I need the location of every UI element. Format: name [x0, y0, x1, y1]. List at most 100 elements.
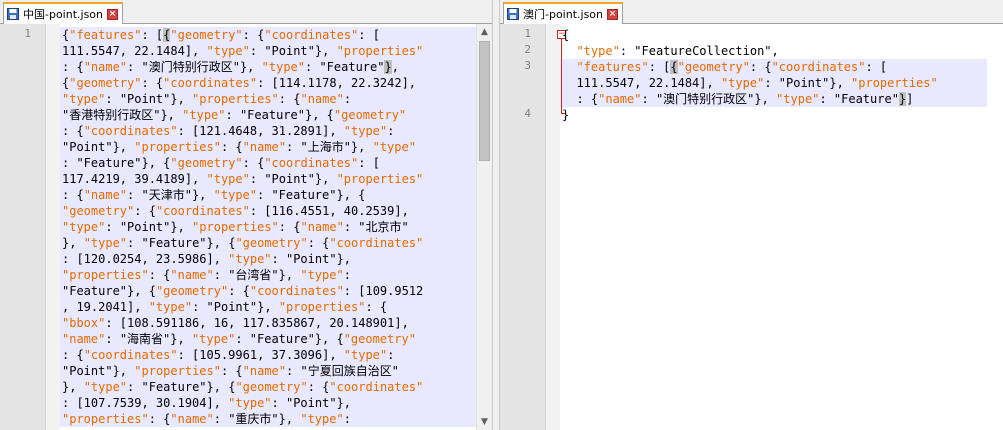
code-token: :: [235, 332, 250, 346]
code-token: :: [343, 412, 351, 426]
code-token: "type": [372, 140, 416, 154]
code-token: },: [191, 188, 214, 202]
code-token: :: [249, 172, 265, 186]
code-line: "properties": {"name": "重庆市"}, "type":: [62, 411, 476, 427]
code-token: "Feature": [141, 236, 207, 250]
code-token: :: [62, 156, 77, 170]
code-line: {"geometry": {"coordinates": [114.1178, …: [62, 75, 476, 91]
code-line: "香港特别行政区"}, "type": "Feature"}, {"geomet…: [62, 107, 476, 123]
code-line: : {"name": "澳门特别行政区"}, "type": "Feature"…: [562, 91, 1003, 107]
scroll-thumb[interactable]: [479, 41, 490, 161]
code-token: : {: [220, 364, 243, 378]
code-text[interactable]: { "type": "FeatureCollection", "features…: [562, 27, 1003, 123]
code-token: "geometry": [343, 332, 416, 346]
code-token: }, {: [304, 108, 334, 122]
code-token: "properties": [62, 268, 149, 282]
code-token: : {: [62, 188, 84, 202]
code-token: :: [619, 44, 635, 58]
code-token: },: [829, 76, 852, 90]
code-token: "type": [776, 92, 820, 106]
code-token: :: [213, 412, 229, 426]
code-token: "上海市": [300, 140, 351, 154]
code-line: 111.5547, 22.1484], "type": "Point"}, "p…: [62, 43, 476, 59]
code-token: },: [314, 44, 337, 58]
code-text[interactable]: {"features": [{"geometry": {"coordinates…: [62, 27, 476, 427]
line-number: 1: [24, 27, 31, 40]
close-icon[interactable]: ×: [607, 8, 619, 20]
right-editor[interactable]: 1 2 3 4 − { "type": "FeatureCollection",…: [500, 24, 1003, 430]
code-token: "type": [206, 44, 250, 58]
code-line: : [107.7539, 30.1904], "type": "Point"},: [62, 395, 476, 411]
code-token: :: [305, 60, 320, 74]
pane-splitter[interactable]: [492, 0, 500, 430]
code-line: : {"coordinates": [121.4648, 31.2891], "…: [62, 123, 476, 139]
code-token: : {: [242, 28, 265, 42]
code-token: 111.5547, 22.1484],: [562, 76, 721, 90]
code-token: "澳门特别行政区": [655, 92, 755, 106]
code-token: }, {: [127, 284, 156, 298]
code-token: :: [257, 188, 272, 202]
code-token: "type": [261, 60, 305, 74]
tab-china-point[interactable]: 中国-point.json ×: [3, 2, 124, 24]
code-line: : {"name": "澳门特别行政区"}, "type": "Feature"…: [62, 59, 476, 75]
code-token: "Point": [62, 364, 113, 378]
code-token: "type": [148, 300, 193, 314]
code-token: "Point": [119, 92, 171, 106]
code-token: "coordinates": [155, 204, 250, 218]
code-token: },: [160, 108, 183, 122]
code-token: : {: [749, 60, 772, 74]
code-token: : {: [148, 412, 171, 426]
scroll-down-icon[interactable]: ▼: [477, 414, 492, 430]
code-token: "properties": [62, 412, 149, 426]
left-editor[interactable]: 1 {"features": [{"geometry": {"coordinat…: [0, 24, 492, 430]
code-token: "properties": [851, 76, 938, 90]
code-token: "Feature": [271, 188, 337, 202]
code-line: "type": "Point"}, "properties": {"name":…: [62, 219, 476, 235]
code-token: :: [343, 268, 351, 282]
code-token: }, {: [206, 236, 236, 250]
code-token: : {: [562, 92, 599, 106]
code-token: "coordinates": [249, 284, 344, 298]
code-token: "Point": [264, 44, 315, 58]
code-token: : {: [62, 60, 84, 74]
code-token: "香港特别行政区": [62, 108, 161, 122]
code-token: :: [286, 140, 301, 154]
code-token: "coordinates": [329, 380, 424, 394]
code-line: "bbox": [108.591186, 16, 117.835867, 20.…: [62, 315, 476, 331]
code-token: "Feature": [239, 108, 305, 122]
code-token: "geometry": [170, 156, 243, 170]
code-line: }, "type": "Feature"}, {"geometry": {"co…: [62, 379, 476, 395]
code-token: "coordinates": [771, 60, 866, 74]
code-token: :: [127, 60, 142, 74]
vertical-scrollbar[interactable]: ▲ ▼: [476, 24, 492, 430]
code-token: :: [213, 268, 229, 282]
code-token: : [108.591186, 16, 117.835867, 20.148901…: [105, 316, 409, 330]
code-line: , 19.2041], "type": "Point"}, "propertie…: [62, 299, 476, 315]
code-token: "properties": [278, 300, 366, 314]
code-token: , 19.2041],: [62, 300, 149, 314]
code-token: :: [127, 380, 142, 394]
code-token: },: [170, 332, 192, 346]
close-icon[interactable]: ×: [107, 8, 119, 20]
code-token: ,: [391, 60, 399, 74]
code-token: "name": [83, 188, 128, 202]
code-token: : {: [307, 380, 330, 394]
code-token: "properties": [192, 220, 279, 234]
code-token: : [105.9961, 37.3096],: [177, 348, 344, 362]
code-token: "name": [242, 140, 287, 154]
code-token: :: [271, 252, 286, 266]
code-token: "name": [170, 412, 214, 426]
code-token: "Feature": [833, 92, 899, 106]
code-token: },: [336, 252, 352, 266]
code-token: },: [62, 380, 84, 394]
code-token: "type": [191, 332, 236, 346]
code-token: "name": [83, 60, 128, 74]
code-token: },: [278, 412, 301, 426]
code-token: : [: [358, 28, 380, 42]
tab-macau-point[interactable]: 澳门-point.json ×: [503, 2, 624, 24]
code-line: 111.5547, 22.1484], "type": "Point"}, "p…: [562, 75, 1003, 91]
scroll-up-icon[interactable]: ▲: [477, 24, 492, 40]
code-token: },: [170, 220, 193, 234]
code-token: :: [192, 300, 207, 314]
